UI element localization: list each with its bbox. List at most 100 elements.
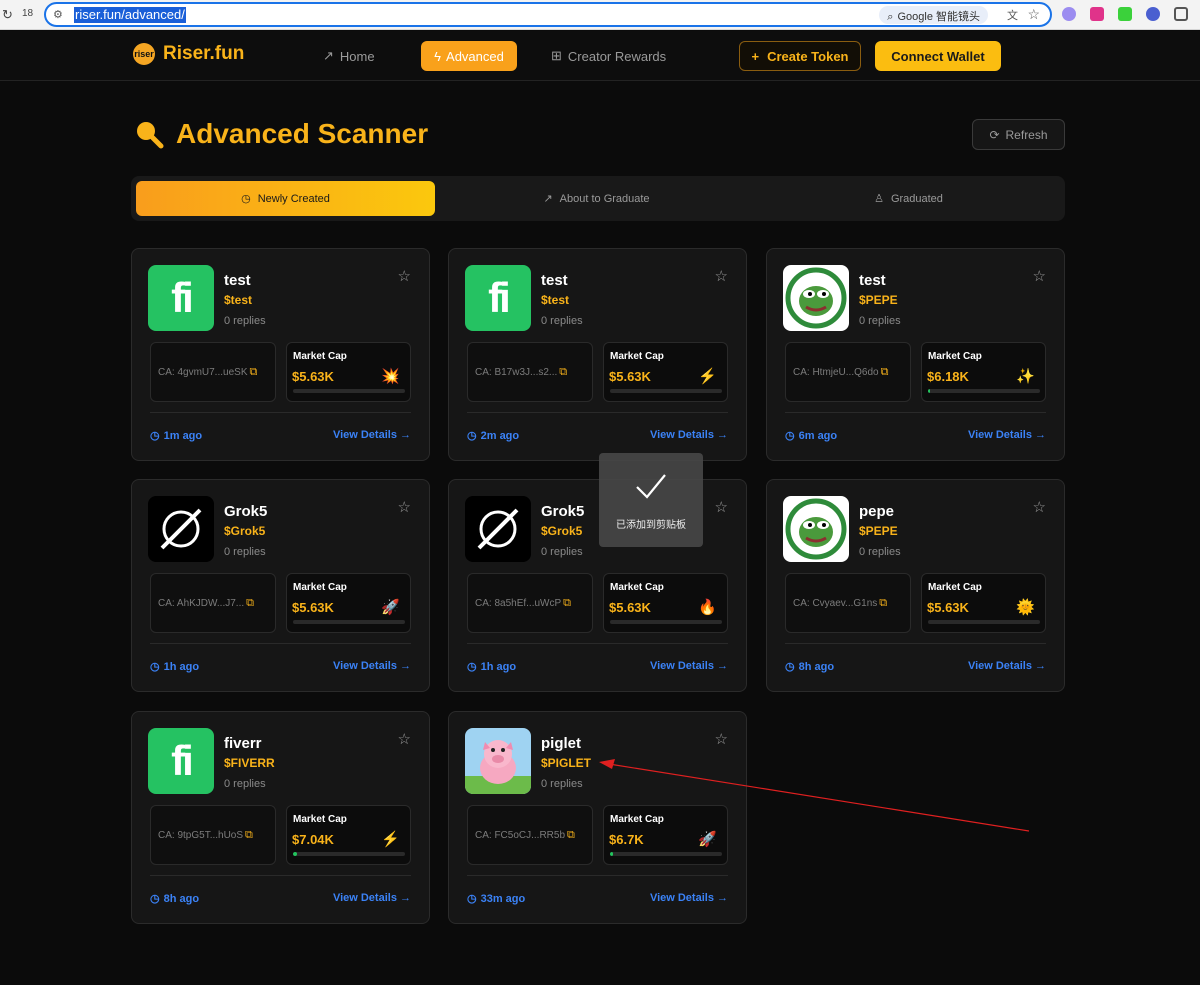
copy-icon[interactable]: ⧉ [559, 366, 567, 379]
contract-address-box[interactable]: CA: 4gvmU7...ueSK ⧉ [150, 342, 276, 402]
card-divider [467, 643, 728, 644]
contract-address-box[interactable]: CA: AhKJDW...J7... ⧉ [150, 573, 276, 633]
token-card[interactable]: fi test $test 0 replies ☆ CA: 4gvmU7...ueSK ⧉ M… [131, 248, 430, 461]
view-details-link[interactable]: View Details → [650, 892, 728, 904]
copy-icon[interactable]: ⧉ [879, 597, 887, 610]
refresh-button[interactable]: ⟳ Refresh [972, 119, 1065, 150]
token-avatar[interactable] [783, 496, 849, 562]
create-token-label: Create Token [767, 48, 849, 64]
logo-mark-icon: riser [133, 43, 155, 65]
star-icon[interactable]: ☆ [715, 730, 728, 748]
market-cap-emoji: ✨ [1016, 368, 1035, 385]
star-icon[interactable]: ☆ [1033, 498, 1046, 516]
bookmark-star-icon[interactable]: ☆ [1027, 6, 1040, 23]
copy-icon[interactable]: ⧉ [563, 597, 571, 610]
copy-icon[interactable]: ⧉ [249, 366, 257, 379]
market-cap-emoji: ⚡ [381, 831, 400, 848]
star-icon[interactable]: ☆ [398, 498, 411, 516]
nav-home[interactable]: ↗ Home [323, 48, 375, 64]
view-details-link[interactable]: View Details → [650, 429, 728, 441]
tab-about-to-graduate[interactable]: ↗ About to Graduate [447, 181, 746, 216]
tab-graduated[interactable]: ♙ Graduated [759, 181, 1058, 216]
card-divider [150, 412, 411, 413]
token-avatar[interactable] [148, 496, 214, 562]
contract-address: CA: AhKJDW...J7... [158, 597, 245, 609]
copied-toast: 已添加到剪贴板 [599, 453, 703, 547]
copy-icon[interactable]: ⧉ [245, 829, 253, 842]
google-lens-button[interactable]: ⌕ Google 智能镜头 [879, 6, 988, 24]
extensions-bar [1062, 7, 1188, 21]
copy-icon[interactable]: ⧉ [567, 829, 575, 842]
extension-icon[interactable] [1062, 7, 1076, 21]
extension-icon[interactable] [1118, 7, 1132, 21]
token-symbol: $test [224, 293, 253, 307]
token-name: test [859, 272, 886, 289]
nav-creator-rewards[interactable]: ⊞ Creator Rewards [551, 48, 666, 64]
view-details-link[interactable]: View Details → [333, 892, 411, 904]
copy-icon[interactable]: ⧉ [246, 597, 254, 610]
token-avatar[interactable] [465, 728, 531, 794]
clock-icon: ◷ [467, 430, 477, 442]
token-name: Grok5 [224, 503, 268, 520]
url-text[interactable]: riser.fun/advanced/ [74, 7, 186, 23]
token-avatar[interactable] [783, 265, 849, 331]
contract-address-box[interactable]: CA: Cvyaev...G1ns ⧉ [785, 573, 911, 633]
trending-up-icon: ↗ [323, 48, 334, 63]
token-card[interactable]: fi test $test 0 replies ☆ CA: B17w3J...s2... ⧉… [448, 248, 747, 461]
reload-icon[interactable]: ↻ [2, 7, 13, 23]
contract-address-box[interactable]: CA: B17w3J...s2... ⧉ [467, 342, 593, 402]
extension-icon[interactable] [1090, 7, 1104, 21]
view-details-link[interactable]: View Details → [650, 660, 728, 672]
token-avatar[interactable] [465, 496, 531, 562]
token-age-label: 6m ago [798, 429, 838, 442]
market-cap-label: Market Cap [610, 351, 664, 362]
view-details-link[interactable]: View Details → [333, 429, 411, 441]
star-icon[interactable]: ☆ [715, 267, 728, 285]
bonding-progress-bar [293, 620, 405, 624]
contract-address-box[interactable]: CA: HtmjeU...Q6do ⧉ [785, 342, 911, 402]
translate-icon[interactable]: 文 [1007, 7, 1018, 23]
create-token-button[interactable]: + Create Token [739, 41, 861, 71]
token-card[interactable]: pepe $PEPE 0 replies ☆ CA: Cvyaev...G1ns ⧉ Mar… [766, 479, 1065, 692]
magnifier-icon [137, 122, 164, 149]
star-icon[interactable]: ☆ [398, 267, 411, 285]
copy-icon[interactable]: ⧉ [881, 366, 889, 379]
token-card[interactable]: test $PEPE 0 replies ☆ CA: HtmjeU...Q6do ⧉ Mar… [766, 248, 1065, 461]
token-avatar[interactable]: fi [148, 728, 214, 794]
token-name: fiverr [224, 735, 262, 752]
view-details-link[interactable]: View Details → [968, 660, 1046, 672]
logo-text: Riser.fun [163, 43, 245, 64]
token-age: ◷ 2m ago [467, 429, 519, 443]
connect-wallet-button[interactable]: Connect Wallet [875, 41, 1001, 71]
token-avatar[interactable]: fi [148, 265, 214, 331]
tab-count[interactable]: 18 [22, 8, 33, 19]
contract-address-box[interactable]: CA: 9tpG5T...hUoS ⧉ [150, 805, 276, 865]
extension-icon[interactable] [1146, 7, 1160, 21]
tab-about-to-graduate-label: About to Graduate [559, 192, 650, 205]
site-logo[interactable]: riser Riser.fun [133, 43, 244, 65]
view-details-link[interactable]: View Details → [968, 429, 1046, 441]
contract-address-box[interactable]: CA: FC5oCJ...RR5b ⧉ [467, 805, 593, 865]
token-card[interactable]: Grok5 $Grok5 0 replies ☆ CA: AhKJDW...J7... ⧉… [131, 479, 430, 692]
site-settings-icon[interactable]: ⚙ [53, 8, 63, 21]
contract-address-box[interactable]: CA: 8a5hEf...uWcP ⧉ [467, 573, 593, 633]
extensions-puzzle-icon[interactable] [1174, 7, 1188, 21]
token-card[interactable]: fi fiverr $FIVERR 0 replies ☆ CA: 9tpG5T...hU… [131, 711, 430, 924]
view-details-link[interactable]: View Details → [333, 660, 411, 672]
market-cap-box: Market Cap $7.04K ⚡ [286, 805, 411, 865]
tab-newly-created[interactable]: ◷ Newly Created [136, 181, 435, 216]
token-age-label: 8h ago [163, 892, 200, 905]
nav-advanced[interactable]: ϟ Advanced [421, 41, 517, 71]
star-icon[interactable]: ☆ [398, 730, 411, 748]
star-icon[interactable]: ☆ [715, 498, 728, 516]
nav-advanced-label: Advanced [446, 48, 504, 64]
address-bar[interactable]: ⚙ riser.fun/advanced/ ⌕ Google 智能镜头 文 ☆ [44, 2, 1052, 27]
site-header: riser Riser.fun ↗ Home ϟ Advanced ⊞ Crea… [0, 31, 1200, 81]
token-replies: 0 replies [859, 546, 901, 558]
card-divider [467, 875, 728, 876]
token-avatar[interactable]: fi [465, 265, 531, 331]
star-icon[interactable]: ☆ [1033, 267, 1046, 285]
token-age-label: 1h ago [163, 660, 200, 673]
bonding-progress-bar [928, 389, 1040, 393]
card-divider [150, 875, 411, 876]
